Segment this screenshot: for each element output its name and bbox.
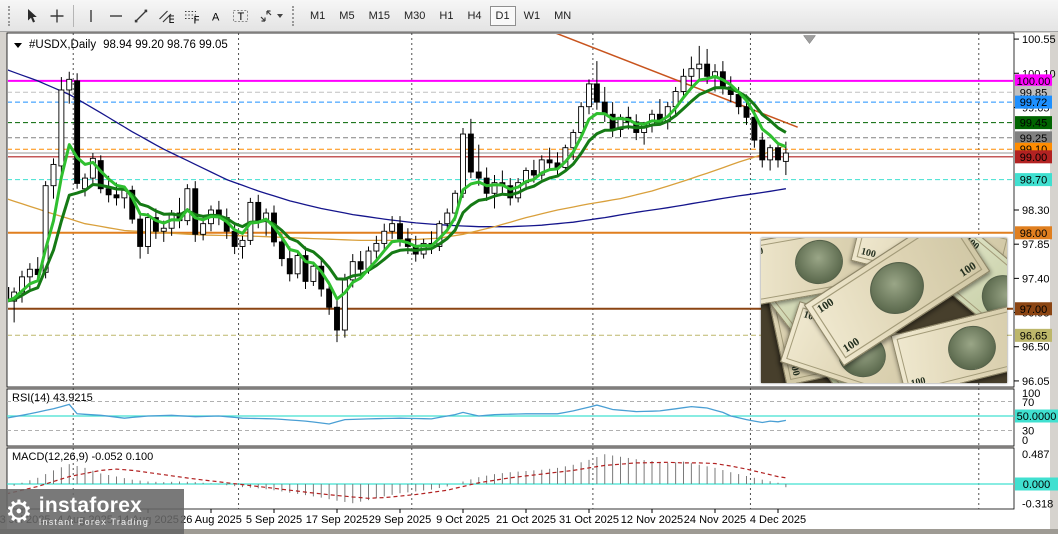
fibonacci-icon: F xyxy=(184,10,199,24)
toolbar-grip-2[interactable] xyxy=(292,5,298,26)
svg-text:96.50: 96.50 xyxy=(1022,342,1050,354)
pointer-icon xyxy=(27,8,37,22)
svg-text:0.487: 0.487 xyxy=(1022,449,1050,461)
date-label: 21 Oct 2025 xyxy=(496,514,556,526)
toolbar-separator xyxy=(73,4,74,27)
toolbar-grip[interactable] xyxy=(8,5,14,26)
svg-text:98.00: 98.00 xyxy=(1020,228,1048,240)
timeframe-m1[interactable]: M1 xyxy=(304,6,331,26)
date-label: 5 Sep 2025 xyxy=(246,514,302,526)
svg-text:97.00: 97.00 xyxy=(1020,304,1048,316)
crosshair-tool-button[interactable] xyxy=(44,4,69,28)
text-tool-button[interactable]: A xyxy=(203,4,228,28)
chevron-down-icon xyxy=(276,13,283,18)
svg-text:99.00: 99.00 xyxy=(1020,152,1048,164)
svg-text:96.05: 96.05 xyxy=(1022,376,1050,388)
money-photo: 100100 100100 100100100 100100 100100 10… xyxy=(761,238,1007,383)
text-icon: A xyxy=(212,11,220,23)
pointer-tool-button[interactable] xyxy=(19,4,44,28)
arrows-icon xyxy=(260,9,271,22)
symbol-dropdown-icon[interactable] xyxy=(14,42,22,48)
svg-text:96.65: 96.65 xyxy=(1020,330,1048,342)
date-label: 29 Sep 2025 xyxy=(369,514,431,526)
date-label: 17 Sep 2025 xyxy=(306,514,368,526)
chart-title: #USDX,Daily 98.94 99.20 98.76 99.05 xyxy=(14,39,228,51)
svg-text:99.45: 99.45 xyxy=(1020,118,1048,130)
timeframe-h4[interactable]: H4 xyxy=(461,6,487,26)
timeframe-m5[interactable]: M5 xyxy=(333,6,360,26)
watermark-tagline: Instant Forex Trading xyxy=(38,517,150,528)
timeframe-h1[interactable]: H1 xyxy=(433,6,459,26)
svg-text:0.000: 0.000 xyxy=(1023,479,1051,491)
equidistant-channel-tool-button[interactable]: E xyxy=(153,4,178,28)
equidistant-channel-icon: E xyxy=(158,10,174,24)
toolbar: E F A T M1 M5 M15 M30 H1 H4 D1 W1 MN xyxy=(0,0,1058,32)
date-label: 9 Oct 2025 xyxy=(436,514,490,526)
svg-text:50.0000: 50.0000 xyxy=(1017,411,1057,423)
trendline-icon xyxy=(134,9,147,22)
svg-text:98.70: 98.70 xyxy=(1020,175,1048,187)
svg-text:T: T xyxy=(237,11,244,23)
date-label: 26 Aug 2025 xyxy=(180,514,242,526)
timeframe-m15[interactable]: M15 xyxy=(363,6,396,26)
timeframe-m30[interactable]: M30 xyxy=(398,6,431,26)
timeframe-mn[interactable]: MN xyxy=(548,6,577,26)
watermark-brand: instaforex xyxy=(38,493,143,517)
instaforex-watermark: ⚙ instaforex Instant Forex Trading xyxy=(0,489,184,534)
arrows-tool-button[interactable] xyxy=(253,4,287,28)
svg-text:99.72: 99.72 xyxy=(1020,97,1048,109)
timeframe-w1[interactable]: W1 xyxy=(518,6,547,26)
date-label: 12 Nov 2025 xyxy=(621,514,683,526)
text-label-icon: T xyxy=(232,9,248,23)
svg-text:E: E xyxy=(168,14,174,24)
crosshair-icon xyxy=(50,9,63,22)
svg-text:98.30: 98.30 xyxy=(1022,205,1050,217)
svg-text:A: A xyxy=(212,11,220,23)
macd-label: MACD(12,26,9) -0.052 0.100 xyxy=(12,451,154,463)
svg-text:100.55: 100.55 xyxy=(1022,34,1056,46)
svg-text:70: 70 xyxy=(1022,397,1034,409)
horizontal-line-icon xyxy=(109,14,122,17)
trendline-tool-button[interactable] xyxy=(128,4,153,28)
horizontal-line-tool-button[interactable] xyxy=(103,4,128,28)
vertical-line-tool-button[interactable] xyxy=(78,4,103,28)
svg-text:F: F xyxy=(193,14,199,24)
fibonacci-tool-button[interactable]: F xyxy=(178,4,203,28)
svg-text:0: 0 xyxy=(1022,435,1028,447)
timeframe-d1[interactable]: D1 xyxy=(489,5,516,26)
date-label: 31 Oct 2025 xyxy=(559,514,619,526)
rsi-label: RSI(14) 43.9215 xyxy=(12,392,93,404)
svg-text:-0.318: -0.318 xyxy=(1022,499,1053,511)
date-label: 4 Dec 2025 xyxy=(750,514,806,526)
vertical-line-icon xyxy=(89,9,92,22)
instaforex-gear-icon: ⚙ xyxy=(5,494,33,529)
ohlc-values: 98.94 99.20 98.76 99.05 xyxy=(103,39,228,51)
date-label: 24 Nov 2025 xyxy=(684,514,746,526)
symbol-name: #USDX,Daily xyxy=(29,39,97,51)
svg-text:97.85: 97.85 xyxy=(1022,239,1050,251)
text-label-tool-button[interactable]: T xyxy=(228,4,253,28)
svg-text:97.40: 97.40 xyxy=(1022,273,1050,285)
